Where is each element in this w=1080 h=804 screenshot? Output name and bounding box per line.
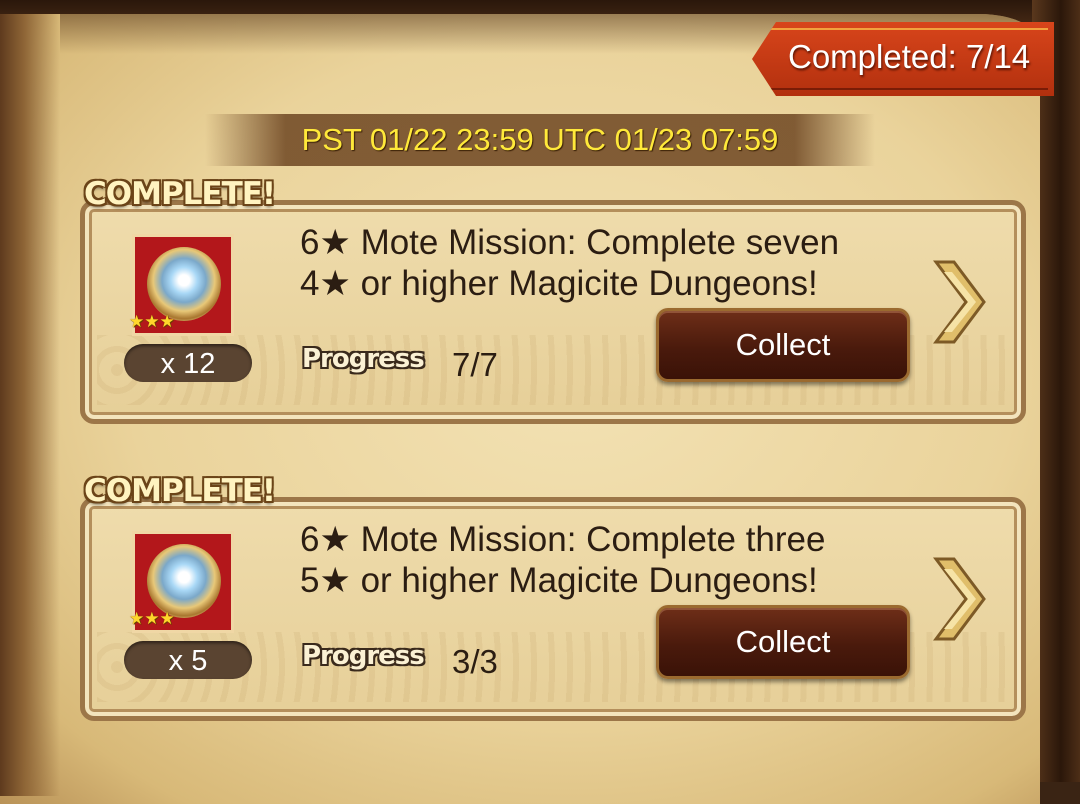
crystal-orb-icon xyxy=(147,544,221,618)
progress-label: Progress xyxy=(302,344,425,374)
collect-button-label: Collect xyxy=(735,624,831,659)
mission-description-line2: 5★ or higher Magicite Dungeons! xyxy=(300,561,818,600)
deadline-text: PST 01/22 23:59 UTC 01/23 07:59 xyxy=(301,122,779,157)
progress-label: Progress xyxy=(302,641,425,671)
chevron-right-icon[interactable] xyxy=(932,553,992,645)
collect-button[interactable]: Collect xyxy=(656,308,910,382)
mission-card: COMPLETE! ★★★ x 5 6★ Mote Mission: Compl… xyxy=(80,473,1036,721)
mission-description: 6★ Mote Mission: Complete seven 4★ or hi… xyxy=(300,222,920,304)
crystal-mote-icon[interactable]: ★★★ xyxy=(129,531,234,633)
reward-rarity-stars: ★★★ xyxy=(129,609,175,629)
completed-counter-banner: Completed: 7/14 xyxy=(752,22,1054,96)
reward-quantity-text: x 12 xyxy=(160,348,216,380)
collect-button-label: Collect xyxy=(735,327,831,362)
reward-quantity-text: x 5 xyxy=(168,645,208,677)
mission-description-line2: 4★ or higher Magicite Dungeons! xyxy=(300,264,818,303)
complete-status-label: COMPLETE! xyxy=(84,176,276,212)
crystal-mote-icon[interactable]: ★★★ xyxy=(129,234,234,336)
progress-value: 7/7 xyxy=(452,346,498,383)
reward-quantity-badge: x 5 xyxy=(124,641,252,679)
mission-description-line1: 6★ Mote Mission: Complete seven xyxy=(300,223,840,262)
crystal-orb-icon xyxy=(147,247,221,321)
complete-status-label: COMPLETE! xyxy=(84,473,276,509)
completed-counter-text: Completed: 7/14 xyxy=(788,38,1031,75)
book-spine-shadow xyxy=(0,14,60,796)
reward-rarity-stars: ★★★ xyxy=(129,312,175,332)
mission-description-line1: 6★ Mote Mission: Complete three xyxy=(300,520,826,559)
reward-quantity-badge: x 12 xyxy=(124,344,252,382)
chevron-right-icon[interactable] xyxy=(932,256,992,348)
progress-value: 3/3 xyxy=(452,643,498,680)
collect-button[interactable]: Collect xyxy=(656,605,910,679)
mission-card: COMPLETE! ★★★ x 12 6★ Mote Mission: Comp… xyxy=(80,176,1036,424)
mission-description: 6★ Mote Mission: Complete three 5★ or hi… xyxy=(300,519,920,601)
deadline-bar: PST 01/22 23:59 UTC 01/23 07:59 xyxy=(205,114,875,166)
